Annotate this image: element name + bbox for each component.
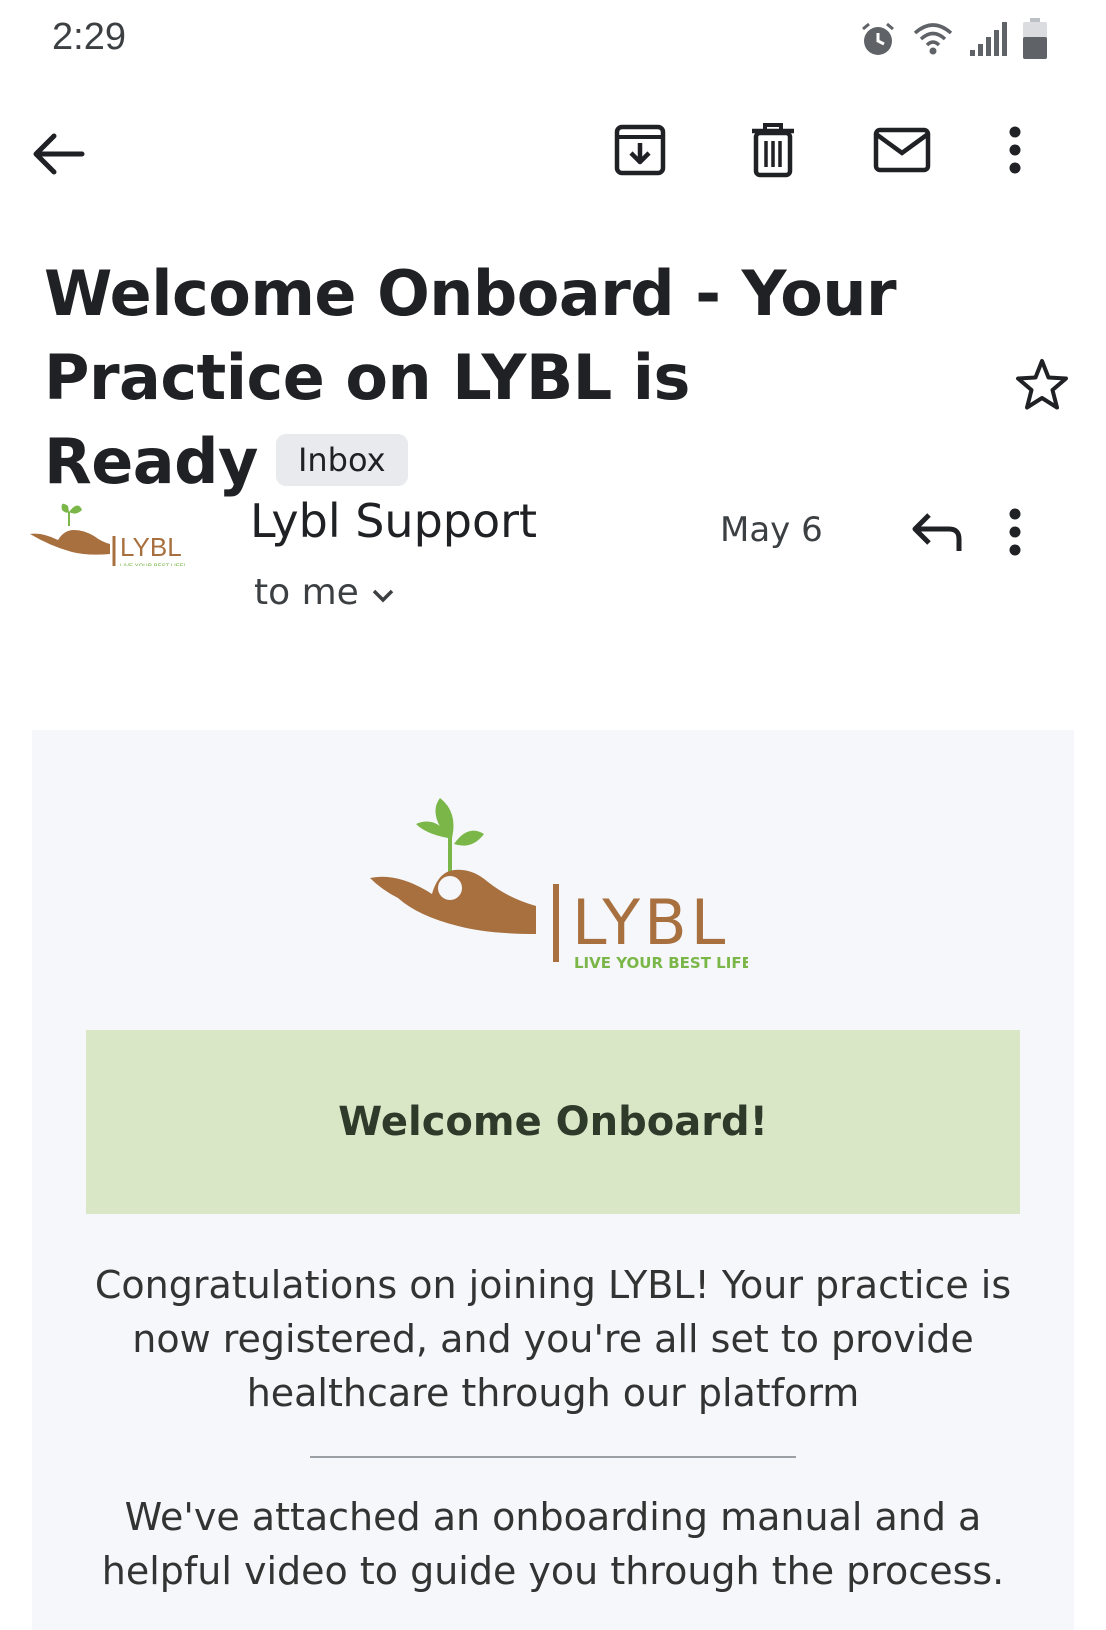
wifi-icon [912,21,954,61]
attachment-paragraph: We've attached an onboarding manual and … [101,1495,1005,1593]
chevron-down-icon [371,572,395,613]
sender-avatar[interactable]: LYBL LIVE YOUR BEST LIFE! [28,496,208,572]
archive-button[interactable] [610,122,670,182]
delete-icon [750,121,796,183]
back-arrow-icon [30,130,86,182]
email-date: May 6 [720,510,823,550]
back-button[interactable] [28,126,88,186]
welcome-title: Welcome Onboard! [338,1099,768,1145]
email-toolbar [0,110,1106,200]
status-time: 2:29 [52,16,126,58]
battery-icon [1022,18,1048,64]
recipient-toggle[interactable]: to me [254,572,395,613]
sender-name[interactable]: Lybl Support [250,494,537,548]
star-button[interactable] [1014,358,1070,416]
congratulations-paragraph: Congratulations on joining LYBL! Your pr… [94,1263,1012,1415]
sender-row: LYBL LIVE YOUR BEST LIFE! Lybl Support t… [0,480,1106,620]
more-vert-icon [1008,125,1022,179]
reply-button[interactable] [906,508,966,558]
subject-text: Welcome Onboard - Your Practice on LYBL … [44,257,897,498]
divider [310,1456,796,1458]
signal-icon [968,20,1008,62]
status-icons [858,18,1048,64]
delete-button[interactable] [748,120,798,184]
recipient-label: to me [254,572,359,613]
status-bar: 2:29 [0,0,1106,80]
reply-icon [909,509,963,557]
logo-tagline: LIVE YOUR BEST LIFE! [574,954,748,972]
sender-logo-text: LYBL [120,532,182,562]
welcome-banner: Welcome Onboard! [86,1030,1020,1214]
star-outline-icon [1014,359,1070,416]
alarm-icon [858,19,898,63]
archive-icon [613,123,667,181]
inbox-label-chip[interactable]: Inbox [275,433,408,486]
logo-text: LYBL [572,886,729,959]
mark-unread-button[interactable] [872,124,932,180]
mark-unread-icon [873,127,931,177]
more-vert-icon [1008,507,1022,561]
sender-logo-tagline: LIVE YOUR BEST LIFE! [120,564,185,566]
email-body: LYBL LIVE YOUR BEST LIFE! Welcome Onboar… [32,730,1074,1630]
lybl-logo: LYBL LIVE YOUR BEST LIFE! [368,794,759,974]
more-options-button[interactable] [1000,120,1030,184]
message-more-button[interactable] [1000,506,1030,562]
email-subject: Welcome Onboard - Your Practice on LYBL … [44,252,924,504]
